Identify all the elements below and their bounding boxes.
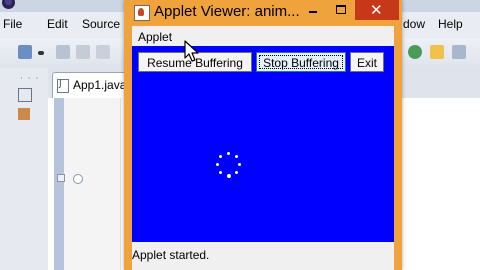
- panel-grip: · · ·: [20, 74, 40, 84]
- highlight-icon[interactable]: [430, 45, 444, 59]
- line-ruler: [64, 98, 121, 270]
- save-all-icon[interactable]: [76, 45, 90, 59]
- new-icon[interactable]: [18, 45, 32, 59]
- spinner-dot: [216, 163, 219, 166]
- close-button[interactable]: ✕: [355, 0, 399, 20]
- spinner-dot: [219, 155, 222, 158]
- applet-client-area: Applet Resume Buffering Stop Buffering E…: [132, 26, 394, 270]
- exit-button[interactable]: Exit: [350, 52, 384, 72]
- fold-marker-icon[interactable]: [73, 174, 83, 184]
- menu-edit[interactable]: Edit: [47, 17, 68, 31]
- minimize-icon: [309, 11, 317, 13]
- menu-help[interactable]: Help: [438, 17, 463, 31]
- applet-titlebar[interactable]: Applet Viewer: anim... ✕: [124, 0, 402, 26]
- package-explorer-minimized: · · ·: [0, 68, 49, 270]
- menu-window[interactable]: dow: [403, 17, 425, 31]
- maximize-icon: [336, 5, 346, 14]
- tab-app1-java[interactable]: App1.java: [52, 72, 130, 99]
- window-title: Applet Viewer: anim...: [154, 3, 300, 20]
- spinner-dot: [227, 174, 231, 178]
- java-cup-icon: [134, 5, 150, 21]
- minimize-button[interactable]: [299, 0, 327, 20]
- focus-ring: [259, 55, 343, 69]
- java-file-icon: [57, 79, 69, 93]
- eclipse-logo-icon: [2, 0, 15, 9]
- status-bar: Applet started.: [132, 242, 394, 270]
- chevron-down-icon[interactable]: [38, 51, 44, 55]
- menu-source[interactable]: Source: [82, 17, 120, 31]
- stop-buffering-button[interactable]: Stop Buffering: [256, 52, 346, 72]
- spinner-dot: [238, 163, 241, 166]
- save-icon[interactable]: [56, 45, 70, 59]
- spinner-dot: [219, 171, 222, 174]
- restore-icon[interactable]: [18, 88, 32, 102]
- spinner-dot: [235, 155, 238, 158]
- menu-file[interactable]: File: [3, 17, 22, 31]
- package-explorer-icon[interactable]: [18, 108, 30, 120]
- run-icon[interactable]: [408, 45, 422, 59]
- loading-spinner-icon: [216, 152, 242, 178]
- spinner-dot: [227, 152, 230, 155]
- tab-label: App1.java: [73, 78, 127, 92]
- editor-gutter: [54, 98, 64, 270]
- print-icon[interactable]: [96, 45, 110, 59]
- breakpoint-marker-icon: [57, 174, 65, 182]
- mouse-cursor-icon: [184, 40, 199, 62]
- status-text: Applet started.: [132, 248, 210, 262]
- close-icon: ✕: [370, 1, 383, 19]
- maximize-button[interactable]: [327, 0, 355, 20]
- applet-menu[interactable]: Applet: [138, 30, 172, 44]
- window-border: [394, 26, 402, 270]
- spinner-dot: [235, 171, 238, 174]
- applet-viewer-window: Applet Viewer: anim... ✕ Applet Resume B…: [124, 0, 402, 270]
- applet-canvas[interactable]: Resume Buffering Stop Buffering Exit: [132, 46, 394, 242]
- perspective-icon[interactable]: [452, 45, 466, 59]
